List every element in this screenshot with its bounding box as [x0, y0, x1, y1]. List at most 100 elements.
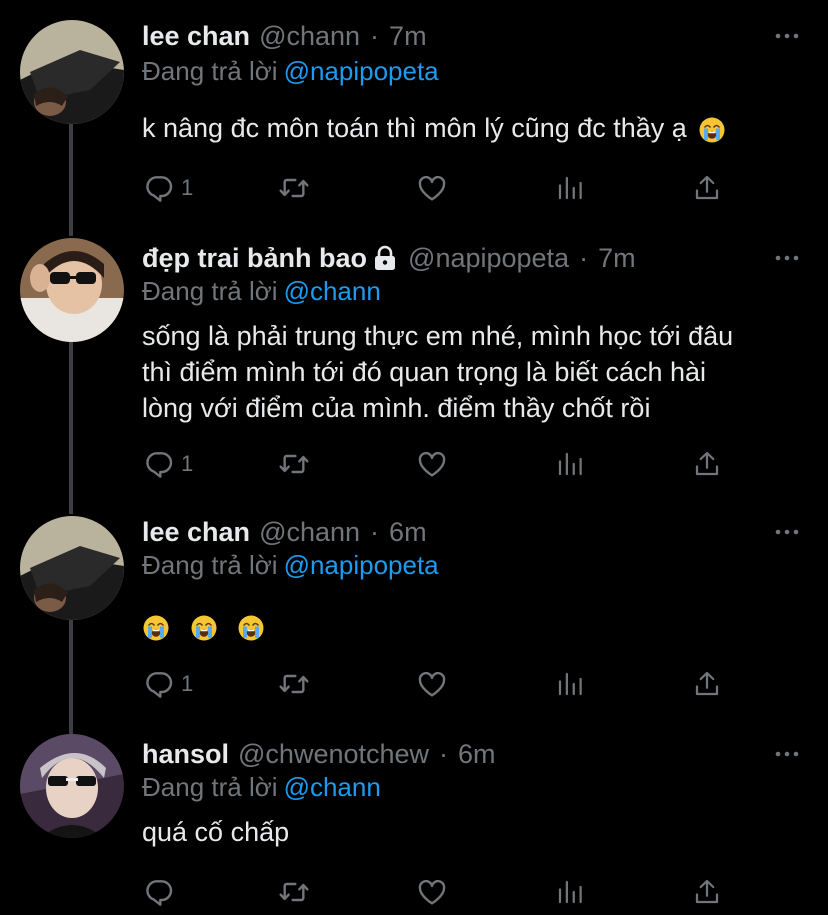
loudly-crying-face-icon [190, 614, 218, 642]
mention-link[interactable]: @napipopeta [284, 56, 439, 86]
retweet-button[interactable] [278, 664, 310, 704]
reply-icon [143, 172, 175, 204]
replying-to: Đang trả lời @napipopeta [142, 550, 439, 581]
tweet-header: lee chan @chann · 7m [142, 14, 427, 58]
replying-to-label: Đang trả lời [142, 276, 278, 306]
analytics-button[interactable] [555, 168, 585, 208]
replying-to: Đang trả lời @napipopeta [142, 56, 439, 87]
tweet[interactable]: hansol @chwenotchew · 6m Đang trả lời @ch… [0, 732, 828, 915]
replying-to: Đang trả lời @chann [142, 276, 381, 307]
reply-button[interactable]: 1 [143, 664, 193, 704]
retweet-icon [278, 668, 310, 700]
tweet-text-content: k nâng đc môn toán thì môn lý cũng đc th… [142, 113, 687, 143]
user-handle[interactable]: @chann [259, 517, 360, 548]
heart-icon [416, 668, 448, 700]
analytics-button[interactable] [555, 872, 585, 912]
retweet-icon [278, 172, 310, 204]
tweet-text: sống là phải trung thực em nhé, mình học… [142, 318, 802, 426]
user-handle[interactable]: @chwenotchew [238, 739, 429, 770]
tweet-actions: 1 [0, 664, 828, 704]
loudly-crying-face-icon [237, 614, 265, 642]
mention-link[interactable]: @chann [284, 276, 381, 306]
reply-button[interactable]: 1 [143, 444, 193, 484]
stats-icon [555, 669, 585, 699]
analytics-button[interactable] [555, 664, 585, 704]
avatar[interactable] [20, 734, 124, 838]
tweet[interactable]: đẹp trai bảnh bao @napipopeta · 7m Đang … [0, 230, 828, 510]
tweet-header: đẹp trai bảnh bao @napipopeta · 7m [142, 236, 636, 280]
analytics-button[interactable] [555, 444, 585, 484]
more-options-icon[interactable] [774, 520, 800, 544]
display-name[interactable]: hansol [142, 739, 229, 770]
timestamp[interactable]: 7m [389, 21, 427, 52]
replying-to-label: Đang trả lời [142, 550, 278, 580]
tweet-text-line: sống là phải trung thực em nhé, mình học… [142, 321, 734, 351]
share-icon [692, 669, 722, 699]
tweet-text-content: quá cố chấp [142, 817, 290, 847]
share-icon [692, 173, 722, 203]
tweet-text-line: lòng với điểm của mình. điểm thầy chốt r… [142, 393, 651, 423]
share-icon [692, 449, 722, 479]
like-button[interactable] [416, 168, 448, 208]
separator-dot: · [439, 738, 449, 769]
more-options-icon[interactable] [774, 246, 800, 270]
mention-link[interactable]: @napipopeta [284, 550, 439, 580]
separator-dot: · [370, 516, 380, 547]
retweet-button[interactable] [278, 444, 310, 484]
reply-button[interactable]: 1 [143, 168, 193, 208]
like-button[interactable] [416, 664, 448, 704]
separator-dot: · [370, 20, 380, 51]
heart-icon [416, 448, 448, 480]
heart-icon [416, 876, 448, 908]
share-button[interactable] [692, 168, 722, 208]
like-button[interactable] [416, 444, 448, 484]
timestamp[interactable]: 6m [389, 517, 427, 548]
stats-icon [555, 449, 585, 479]
avatar[interactable] [20, 20, 124, 124]
timestamp[interactable]: 6m [458, 739, 496, 770]
reply-icon [143, 448, 175, 480]
user-handle[interactable]: @chann [259, 21, 360, 52]
tweet-text [142, 608, 802, 644]
tweet-header: lee chan @chann · 6m [142, 510, 427, 554]
tweet-text-line: thì điểm mình tới đó quan trọng là biết … [142, 357, 707, 387]
tweet-actions: 1 [0, 444, 828, 484]
mention-link[interactable]: @chann [284, 772, 381, 802]
retweet-icon [278, 448, 310, 480]
share-button[interactable] [692, 664, 722, 704]
retweet-icon [278, 876, 310, 908]
display-name[interactable]: lee chan [142, 517, 250, 548]
loudly-crying-face-icon [698, 116, 726, 144]
loudly-crying-face-icon [142, 614, 170, 642]
more-options-icon[interactable] [774, 24, 800, 48]
reply-button[interactable] [143, 872, 181, 912]
replying-to-label: Đang trả lời [142, 772, 278, 802]
tweet-text: k nâng đc môn toán thì môn lý cũng đc th… [142, 110, 802, 146]
like-button[interactable] [416, 872, 448, 912]
lock-icon [375, 245, 396, 270]
avatar[interactable] [20, 238, 124, 342]
reply-count: 1 [181, 175, 194, 200]
reply-icon [143, 876, 175, 908]
more-options-icon[interactable] [774, 742, 800, 766]
reply-icon [143, 668, 175, 700]
share-button[interactable] [692, 872, 722, 912]
stats-icon [555, 877, 585, 907]
stats-icon [555, 173, 585, 203]
reply-count: 1 [181, 671, 194, 696]
share-button[interactable] [692, 444, 722, 484]
display-name[interactable]: đẹp trai bảnh bao [142, 243, 367, 274]
timestamp[interactable]: 7m [598, 243, 636, 274]
tweet[interactable]: lee chan @chann · 7m Đang trả lời @napipo… [0, 0, 828, 230]
user-handle[interactable]: @napipopeta [408, 243, 569, 274]
retweet-button[interactable] [278, 168, 310, 208]
reply-count: 1 [181, 451, 194, 476]
tweet-text: quá cố chấp [142, 814, 802, 850]
display-name[interactable]: lee chan [142, 21, 250, 52]
avatar[interactable] [20, 516, 124, 620]
replying-to: Đang trả lời @chann [142, 772, 381, 803]
replying-to-label: Đang trả lời [142, 56, 278, 86]
tweet-actions: 1 [0, 168, 828, 208]
tweet[interactable]: lee chan @chann · 6m Đang trả lời @napipo… [0, 510, 828, 732]
retweet-button[interactable] [278, 872, 310, 912]
